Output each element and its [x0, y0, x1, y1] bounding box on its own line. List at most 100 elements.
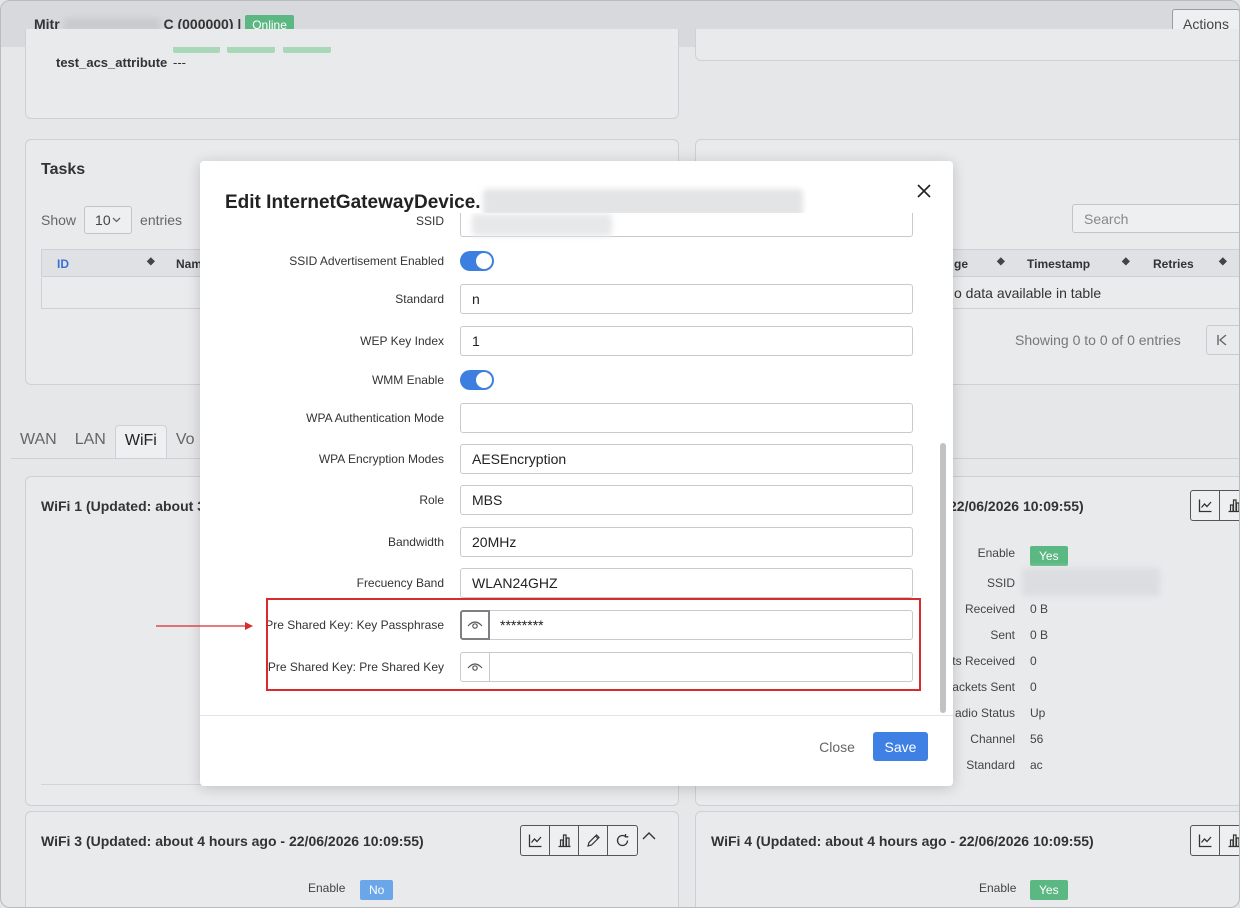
wifi4-title: WiFi 4 (Updated: about 4 hours ago - 22/…	[711, 833, 1094, 849]
bar-chart-button[interactable]	[1220, 491, 1239, 520]
attributes-card	[25, 29, 679, 119]
standard-input[interactable]: n	[460, 284, 913, 314]
standard-label: Standard	[395, 292, 444, 306]
column-retries[interactable]: Retries	[1153, 257, 1194, 271]
form-row-ssid-advertisement: SSID Advertisement Enabled	[200, 251, 953, 275]
table-header-left: ID ◆ Nam	[41, 249, 221, 277]
tab-wifi[interactable]: WiFi	[114, 425, 167, 458]
bar-chart-icon	[1228, 834, 1239, 848]
wmm-enable-toggle[interactable]	[460, 370, 494, 390]
wmm-enable-label: WMM Enable	[371, 373, 444, 387]
chevron-down-icon	[112, 217, 121, 223]
tag-chip	[283, 47, 331, 53]
stat-key: Enable	[977, 546, 1015, 560]
ssid-advertisement-label: SSID Advertisement Enabled	[289, 254, 444, 268]
tab-lan[interactable]: LAN	[66, 425, 115, 458]
form-row-wpa-encryption: WPA Encryption Modes AESEncryption	[200, 444, 953, 474]
table-empty-row-left	[41, 278, 221, 309]
bandwidth-input[interactable]: 20MHz	[460, 527, 913, 557]
column-id[interactable]: ID	[57, 257, 69, 271]
chart-line-button[interactable]	[1191, 826, 1220, 855]
right-top-card	[695, 29, 1239, 61]
wifi2-title: 22/06/2026 10:09:55)	[949, 498, 1084, 514]
bar-chart-icon	[1228, 499, 1239, 513]
first-page-button[interactable]	[1206, 325, 1239, 355]
ssid-input[interactable]	[460, 213, 913, 237]
wifi4-enable-label: Enable	[979, 881, 1017, 895]
wpa-auth-input[interactable]	[460, 403, 913, 433]
stat-key: Channel	[970, 732, 1015, 746]
chart-line-button[interactable]	[521, 826, 550, 855]
wifi3-enable-badge: No	[360, 880, 394, 900]
section-tabs: WAN LAN WiFi Vo	[11, 425, 204, 458]
attribute-value: ---	[173, 55, 186, 70]
column-message[interactable]: ge	[954, 257, 968, 271]
frequency-band-input[interactable]: WLAN24GHZ	[460, 568, 913, 598]
column-timestamp[interactable]: Timestamp	[1027, 257, 1090, 271]
modal-title-text: Edit InternetGatewayDevice.	[225, 192, 481, 214]
save-button[interactable]: Save	[873, 732, 928, 761]
table-header-right: ge ◆ Timestamp ◆ Retries ◆	[941, 249, 1239, 277]
bar-chart-button[interactable]	[550, 826, 579, 855]
role-input[interactable]: MBS	[460, 485, 913, 515]
ssid-advertisement-toggle[interactable]	[460, 251, 494, 271]
tab-wan[interactable]: WAN	[11, 425, 66, 458]
ssid-label: SSID	[415, 214, 444, 228]
wpa-encryption-input[interactable]: AESEncryption	[460, 444, 913, 474]
arrow-icon	[156, 622, 253, 630]
table-empty-row-right: o data available in table	[941, 278, 1239, 309]
wifi4-card	[695, 811, 1239, 907]
modal-footer-divider	[200, 715, 953, 716]
page-size-control: Show 10 entries	[41, 206, 182, 234]
attribute-key: test_acs_attribute	[56, 55, 168, 70]
wifi1-title: WiFi 1 (Updated: about 3	[41, 498, 205, 514]
chart-line-button[interactable]	[1191, 491, 1220, 520]
stat-value: 56	[1030, 732, 1044, 746]
wifi3-title: WiFi 3 (Updated: about 4 hours ago - 22/…	[41, 833, 424, 849]
bar-chart-icon	[558, 834, 570, 848]
form-row-wep-key-index: WEP Key Index 1	[200, 326, 953, 356]
redacted-ssid	[1022, 568, 1160, 596]
pencil-icon	[586, 834, 600, 847]
bar-chart-button[interactable]	[1220, 826, 1239, 855]
wep-key-index-input[interactable]: 1	[460, 326, 913, 356]
bandwidth-label: Bandwidth	[387, 535, 444, 549]
edit-modal: Edit InternetGatewayDevice. SSID SSID Ad…	[200, 161, 953, 786]
refresh-icon	[616, 834, 629, 847]
chevron-up-icon[interactable]	[642, 831, 656, 841]
sort-icon[interactable]: ◆	[1122, 256, 1130, 267]
empty-table-text: o data available in table	[954, 285, 1102, 301]
sort-icon[interactable]: ◆	[147, 256, 155, 267]
close-button[interactable]: Close	[812, 732, 862, 761]
wifi2-enable-badge: Yes	[1030, 546, 1068, 566]
redacted-ssid-value	[472, 214, 612, 236]
tag-chip	[227, 47, 275, 53]
stat-key: ts Received	[952, 654, 1015, 668]
wifi4-toolbar	[1190, 825, 1239, 856]
stat-key: Standard	[966, 758, 1015, 772]
stat-key: ackets Sent	[952, 680, 1015, 694]
stat-key: Sent	[990, 628, 1015, 642]
wifi2-toolbar	[1190, 490, 1239, 521]
wep-key-index-label: WEP Key Index	[360, 334, 444, 348]
form-row-wmm-enable: WMM Enable	[200, 370, 953, 394]
refresh-button[interactable]	[608, 826, 637, 855]
column-name[interactable]: Nam	[176, 257, 202, 271]
chart-line-icon	[528, 834, 541, 848]
form-row-frequency-band: Frecuency Band WLAN24GHZ	[200, 568, 953, 598]
stat-value: Up	[1030, 706, 1046, 720]
stat-value: ac	[1030, 758, 1043, 772]
tab-voip[interactable]: Vo	[167, 425, 204, 458]
page-size-select[interactable]: 10	[84, 206, 133, 234]
edit-button[interactable]	[579, 826, 608, 855]
sort-icon[interactable]: ◆	[997, 256, 1005, 267]
search-input[interactable]: Search	[1072, 204, 1239, 233]
frequency-band-label: Frecuency Band	[356, 576, 444, 590]
stat-key: SSID	[986, 576, 1015, 590]
chart-line-icon	[1198, 499, 1211, 513]
form-row-role: Role MBS	[200, 485, 953, 515]
modal-scrollbar[interactable]	[940, 443, 946, 713]
form-row-bandwidth: Bandwidth 20MHz	[200, 527, 953, 557]
sort-icon[interactable]: ◆	[1219, 256, 1227, 267]
close-icon[interactable]	[914, 181, 934, 201]
